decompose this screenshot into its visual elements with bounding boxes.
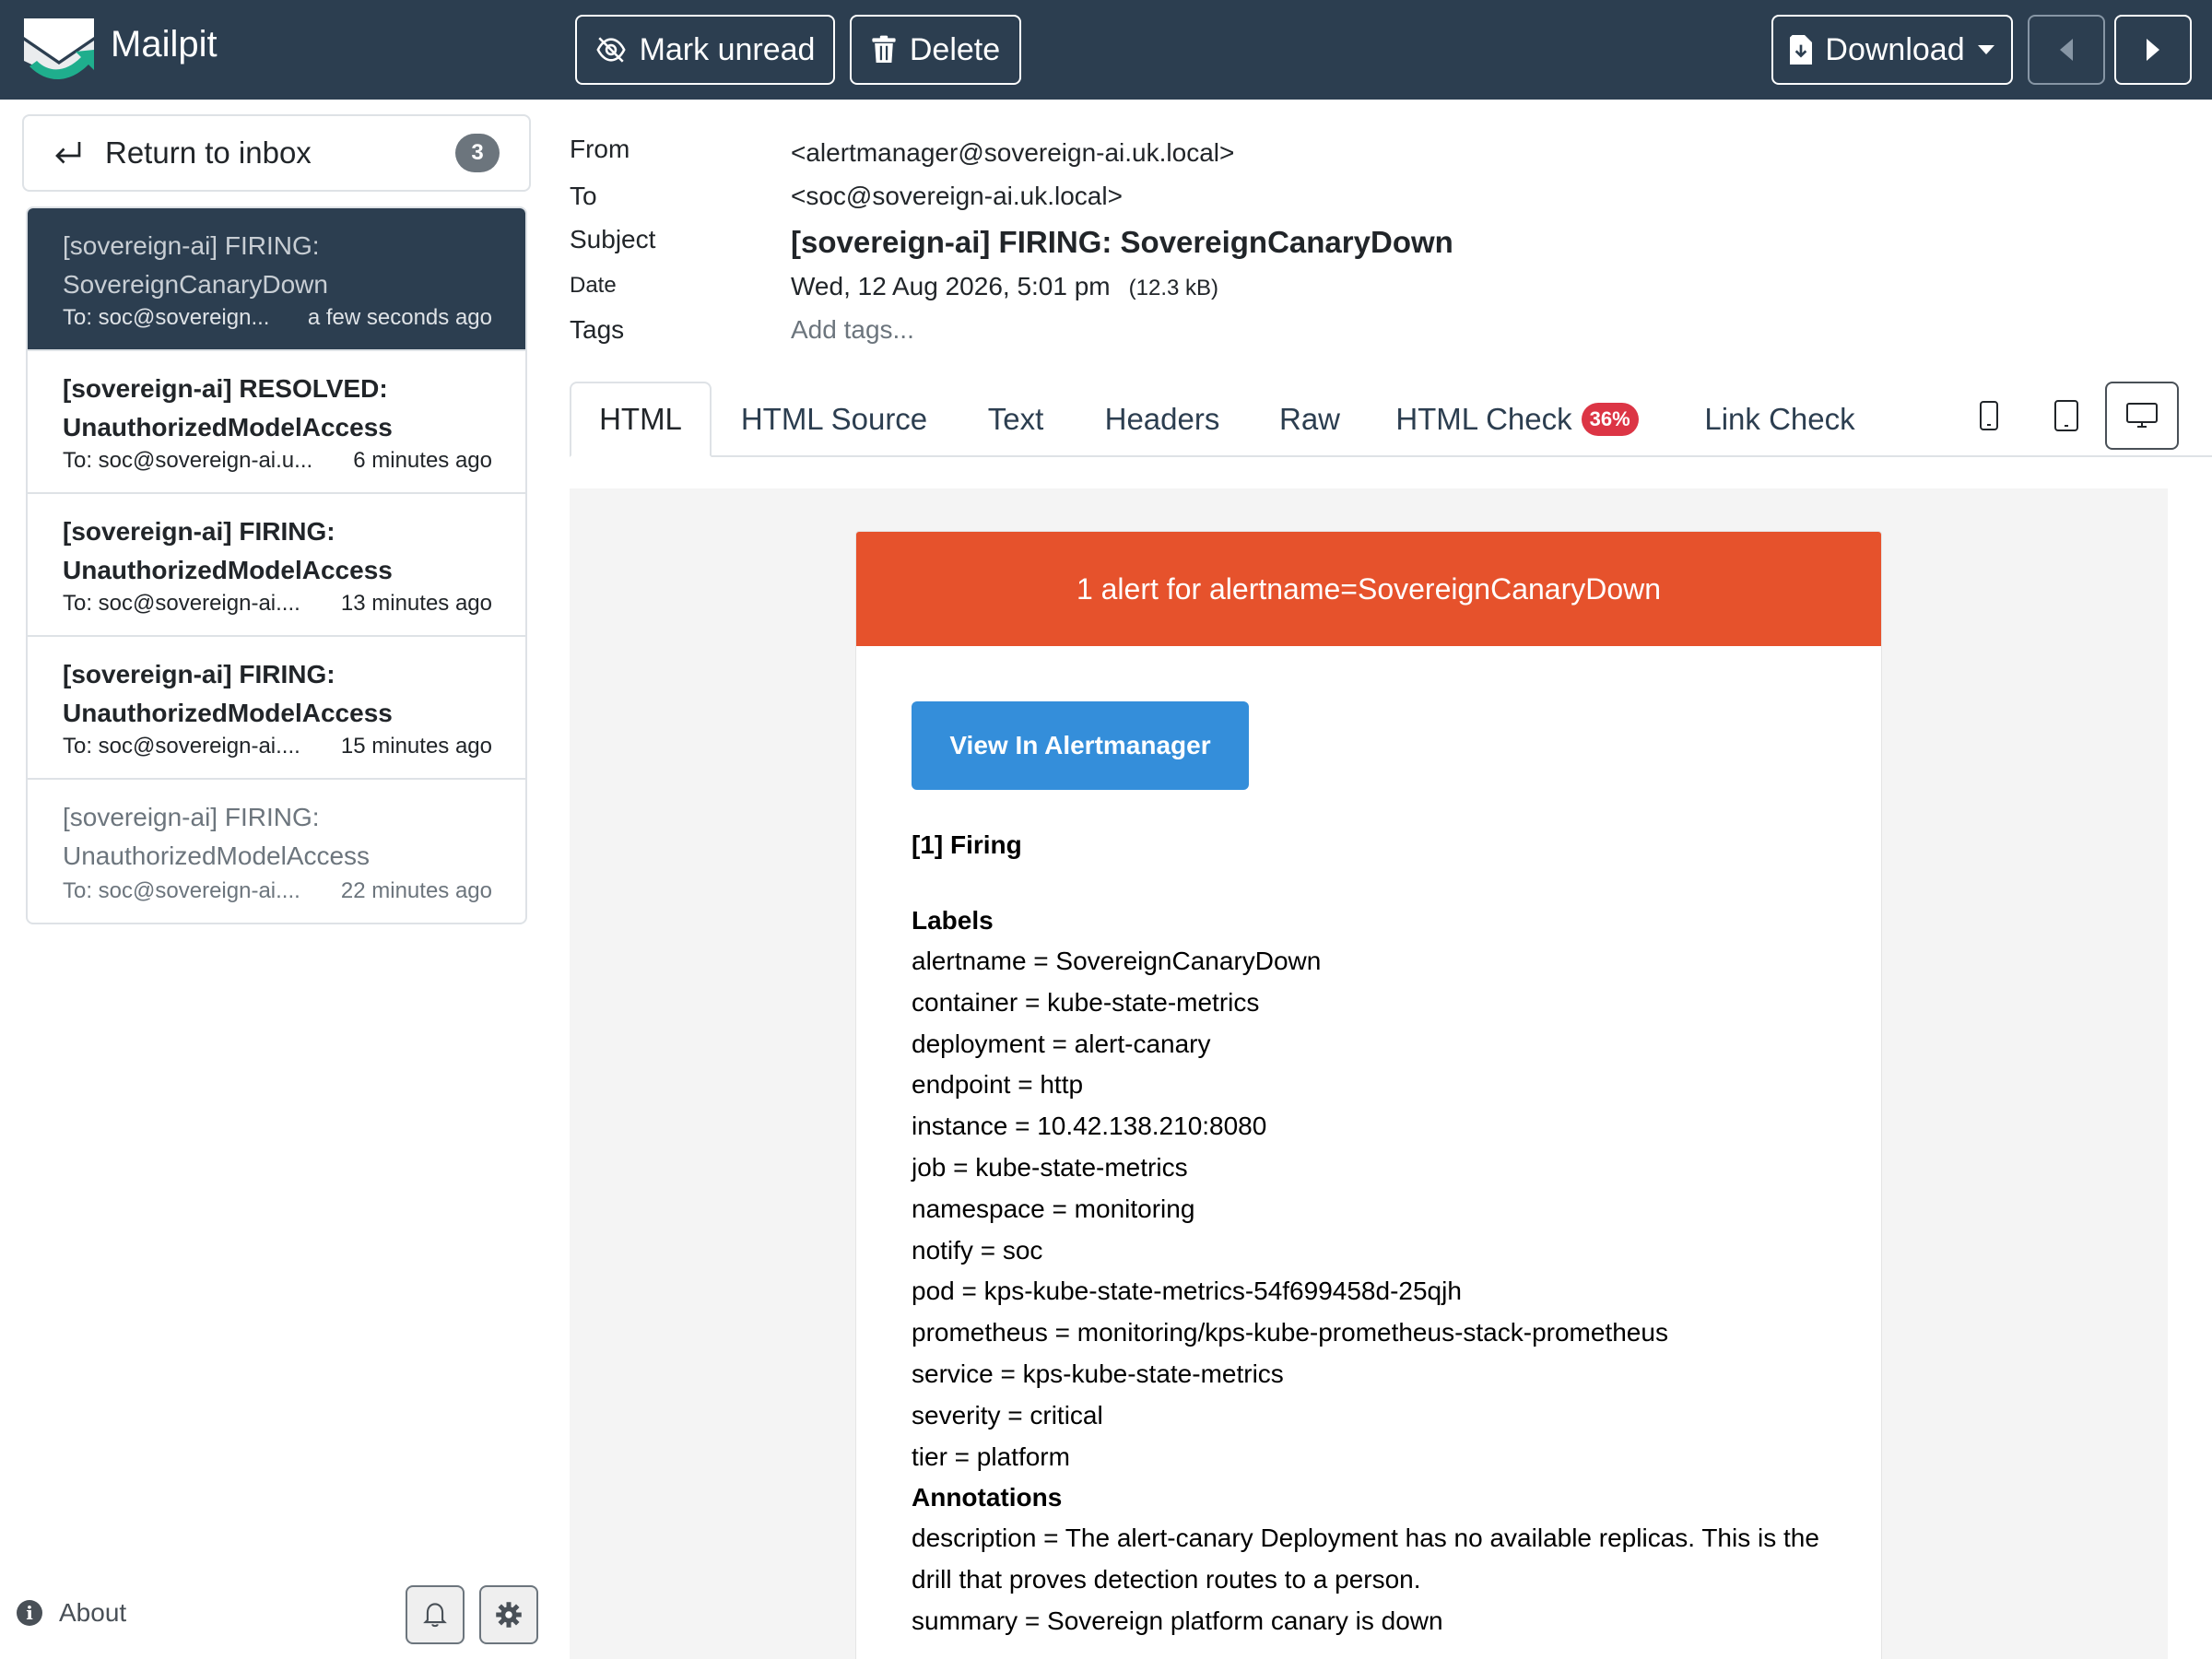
message-recipient: To: soc@sovereign-ai.... <box>63 878 300 903</box>
alert-banner: 1 alert for alertname=SovereignCanaryDow… <box>856 532 1881 646</box>
tab-text[interactable]: Text <box>975 382 1056 457</box>
label-line: container = kube-state-metrics <box>912 987 1260 1017</box>
mailpit-logo-icon[interactable] <box>20 13 98 87</box>
delete-button[interactable]: Delete <box>850 15 1021 85</box>
return-to-inbox-link[interactable]: Return to inbox 3 <box>22 114 531 192</box>
list-item[interactable]: [sovereign-ai] FIRING: SovereignCanaryDo… <box>28 208 525 351</box>
settings-button[interactable] <box>479 1585 538 1644</box>
list-item[interactable]: [sovereign-ai] FIRING: UnauthorizedModel… <box>28 494 525 637</box>
label-line: prometheus = monitoring/kps-kube-prometh… <box>912 1318 1668 1347</box>
top-bar: Mailpit Mark unread Delete Download <box>0 0 2212 100</box>
previous-message-button[interactable] <box>2028 15 2105 85</box>
from-value: <alertmanager@sovereign-ai.uk.local> <box>791 138 1235 167</box>
tab-html-check-label: HTML Check <box>1395 402 1572 436</box>
to-label: To <box>570 182 597 210</box>
tab-raw[interactable]: Raw <box>1268 382 1351 457</box>
gear-icon <box>496 1602 522 1628</box>
unread-count-badge: 3 <box>455 134 500 172</box>
tab-html-source[interactable]: HTML Source <box>728 382 940 457</box>
desktop-view-button[interactable] <box>2105 382 2179 450</box>
label-line: alertname = SovereignCanaryDown <box>912 947 1322 975</box>
label-line: deployment = alert-canary <box>912 1029 1211 1058</box>
label-line: severity = critical <box>912 1400 1103 1430</box>
next-message-button[interactable] <box>2114 15 2192 85</box>
eye-slash-icon <box>595 37 626 63</box>
list-item[interactable]: [sovereign-ai] FIRING: UnauthorizedModel… <box>28 780 525 923</box>
annotation-line: drill that proves detection routes to a … <box>912 1565 1421 1594</box>
firing-heading: [1] Firing <box>912 830 1022 859</box>
tags-input[interactable]: Add tags... <box>791 315 914 345</box>
message-time: 22 minutes ago <box>340 878 492 903</box>
message-recipient: To: soc@sovereign-ai.... <box>63 591 300 616</box>
annotations-heading: Annotations <box>912 1483 1063 1512</box>
caret-down-icon <box>1977 45 1994 54</box>
notifications-button[interactable] <box>406 1585 465 1644</box>
mark-unread-button[interactable]: Mark unread <box>575 15 835 85</box>
phone-icon <box>1980 401 1998 430</box>
message-time: 13 minutes ago <box>340 591 492 616</box>
view-in-alertmanager-button[interactable]: View In Alertmanager <box>912 701 1249 790</box>
message-subject: [sovereign-ai] FIRING: SovereignCanaryDo… <box>63 231 328 299</box>
label-line: namespace = monitoring <box>912 1194 1195 1223</box>
tablet-icon <box>2054 400 2078 431</box>
delete-label: Delete <box>909 31 1001 67</box>
message-time: a few seconds ago <box>307 305 492 330</box>
about-label: About <box>59 1598 127 1627</box>
from-label: From <box>570 135 630 163</box>
tablet-view-button[interactable] <box>2030 382 2103 450</box>
labels-heading: Labels <box>912 906 994 935</box>
trash-icon <box>872 35 896 63</box>
email-preview: 1 alert for alertname=SovereignCanaryDow… <box>570 488 2168 1659</box>
date-row: Wed, 12 Aug 2026, 5:01 pm (12.3 kB) <box>791 272 1218 301</box>
subject-value: [sovereign-ai] FIRING: SovereignCanaryDo… <box>791 225 1453 259</box>
message-time: 15 minutes ago <box>340 734 492 759</box>
tab-headers[interactable]: Headers <box>1093 382 1231 457</box>
message-recipient: To: soc@sovereign-ai.... <box>63 734 300 759</box>
message-subject: [sovereign-ai] FIRING: UnauthorizedModel… <box>63 517 393 584</box>
chevron-left-icon <box>2060 39 2073 61</box>
label-line: job = kube-state-metrics <box>912 1152 1188 1182</box>
list-item[interactable]: [sovereign-ai] RESOLVED: UnauthorizedMod… <box>28 351 525 494</box>
date-label: Date <box>570 273 617 298</box>
desktop-icon <box>2126 403 2158 428</box>
tags-label: Tags <box>570 315 625 344</box>
label-line: pod = kps-kube-state-metrics-54f699458d-… <box>912 1277 1462 1306</box>
message-subject: [sovereign-ai] RESOLVED: UnauthorizedMod… <box>63 374 393 441</box>
subject-label: Subject <box>570 225 656 253</box>
bell-icon <box>423 1603 447 1628</box>
label-line: tier = platform <box>912 1441 1070 1471</box>
tab-html-check[interactable]: HTML Check 36% <box>1388 382 1646 457</box>
download-label: Download <box>1825 31 1965 67</box>
list-item[interactable]: [sovereign-ai] FIRING: UnauthorizedModel… <box>28 637 525 780</box>
annotation-line: description = The alert-canary Deploymen… <box>912 1524 1819 1553</box>
date-value: Wed, 12 Aug 2026, 5:01 pm <box>791 272 1111 300</box>
brand-name[interactable]: Mailpit <box>111 24 218 65</box>
message-list: [sovereign-ai] FIRING: SovereignCanaryDo… <box>26 206 527 924</box>
to-value: <soc@sovereign-ai.uk.local> <box>791 182 1123 210</box>
download-icon <box>1790 35 1813 65</box>
info-icon: i <box>17 1600 42 1626</box>
message-size: (12.3 kB) <box>1128 276 1218 300</box>
message-subject: [sovereign-ai] FIRING: UnauthorizedModel… <box>63 803 371 870</box>
message-recipient: To: soc@sovereign... <box>63 305 270 330</box>
tab-link-check[interactable]: Link Check <box>1688 382 1871 457</box>
label-line: instance = 10.42.138.210:8080 <box>912 1112 1267 1141</box>
return-to-inbox-label: Return to inbox <box>105 135 312 170</box>
label-line: service = kps-kube-state-metrics <box>912 1359 1284 1388</box>
return-arrow-icon <box>55 142 81 164</box>
download-button[interactable]: Download <box>1771 15 2013 85</box>
message-time: 6 minutes ago <box>353 448 492 473</box>
chevron-right-icon <box>2147 39 2159 61</box>
email-card: 1 alert for alertname=SovereignCanaryDow… <box>855 531 1882 1659</box>
about-link[interactable]: i About <box>17 1598 126 1628</box>
label-line: endpoint = http <box>912 1070 1084 1100</box>
message-subject: [sovereign-ai] FIRING: UnauthorizedModel… <box>63 660 393 727</box>
message-recipient: To: soc@sovereign-ai.u... <box>63 448 313 473</box>
label-line: notify = soc <box>912 1235 1043 1265</box>
html-check-score-badge: 36% <box>1581 403 1639 436</box>
mark-unread-label: Mark unread <box>639 31 816 67</box>
tab-html[interactable]: HTML <box>570 382 712 457</box>
annotation-line: summary = Sovereign platform canary is d… <box>912 1606 1443 1635</box>
phone-view-button[interactable] <box>1952 382 2026 450</box>
